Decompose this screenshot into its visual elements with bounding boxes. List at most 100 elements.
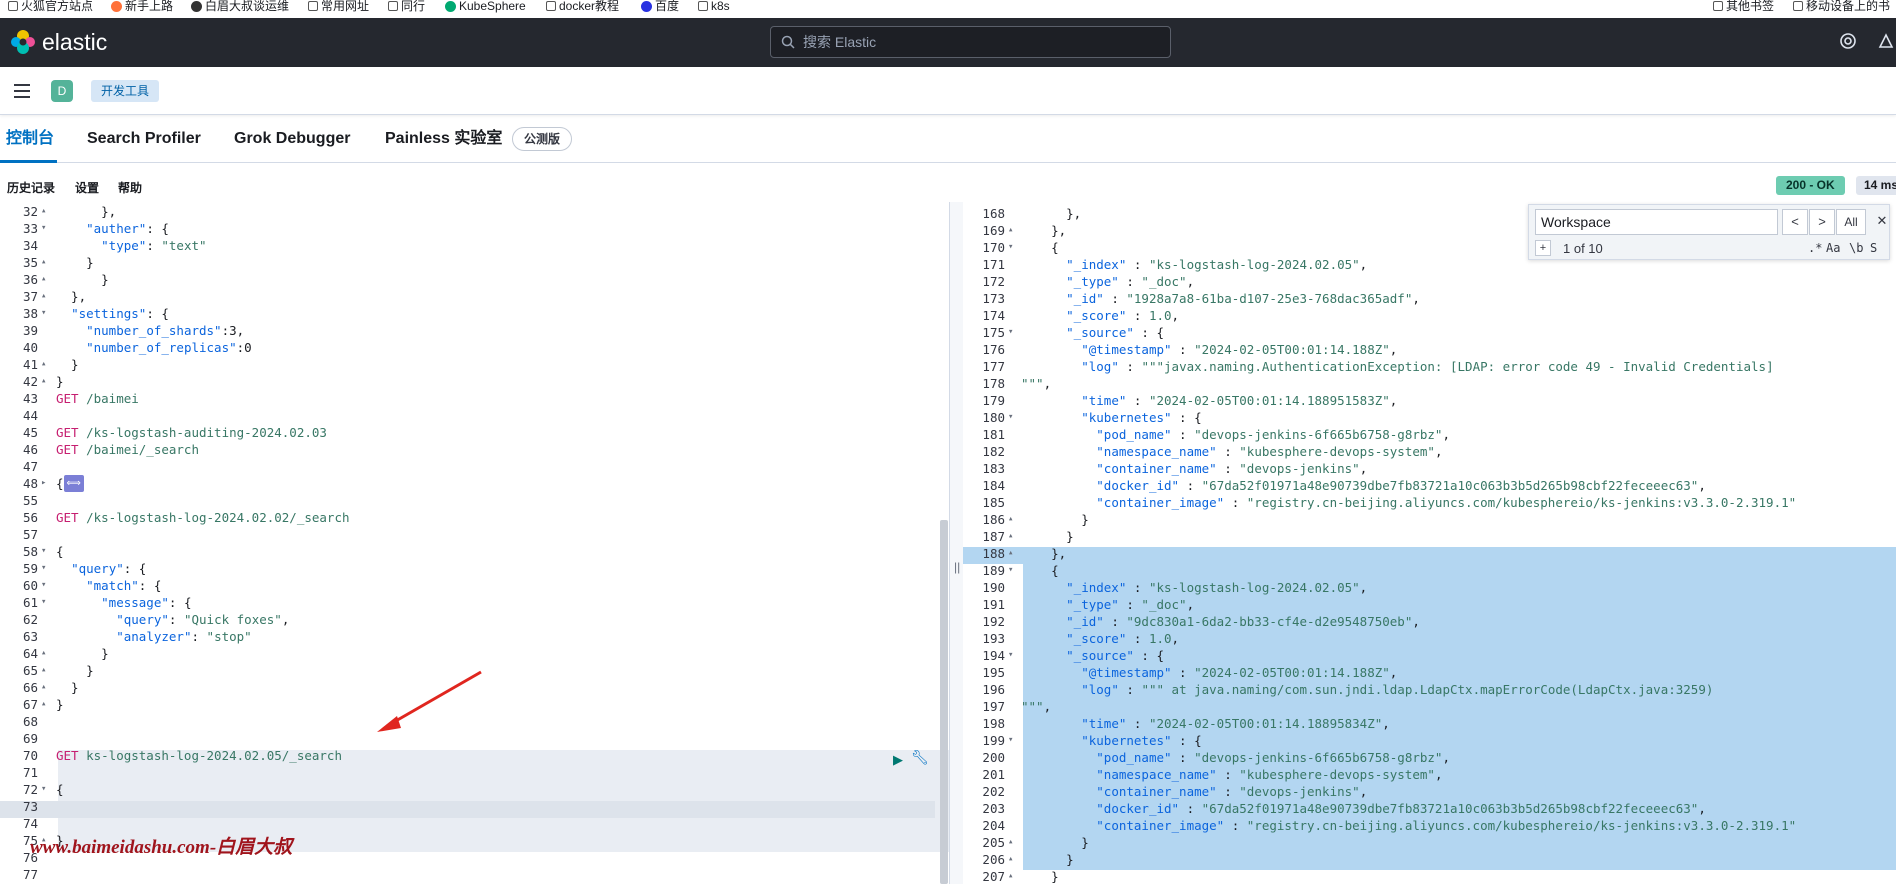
code-token: /baimei <box>78 391 139 406</box>
fold-icon[interactable]: ▴ <box>1008 851 1013 868</box>
fold-icon[interactable]: ▴ <box>41 679 46 696</box>
code-token: { <box>1021 563 1059 578</box>
fold-icon[interactable]: ▴ <box>41 373 46 390</box>
close-icon[interactable]: ✕ <box>1869 209 1895 235</box>
fold-icon[interactable]: ▴ <box>41 288 46 305</box>
code-text: "_score" : 1.0, <box>1021 307 1179 324</box>
history-link[interactable]: 历史记录 <box>7 179 55 196</box>
tab-0[interactable]: 控制台 <box>6 128 54 150</box>
request-editor[interactable]: 32 ▴ }, 33 ▾ "auther": {34 "type": "text" 35… <box>0 202 950 884</box>
bookmark-item[interactable]: 移动设备上的书 <box>1793 0 1890 12</box>
space-avatar[interactable]: D <box>51 80 73 102</box>
fold-icon[interactable]: ▴ <box>41 271 46 288</box>
regex-option[interactable]: .* <box>1808 241 1822 255</box>
fold-icon[interactable]: ▾ <box>41 305 46 322</box>
line-number: 194 <box>982 648 1005 663</box>
bookmark-item[interactable]: 白眉大叔谈运维 <box>191 0 289 12</box>
fold-icon[interactable]: ▴ <box>1008 868 1013 884</box>
code-text: "auther": { <box>56 220 169 237</box>
fold-icon[interactable]: ▴ <box>1008 511 1013 528</box>
fold-icon[interactable]: ▾ <box>1008 239 1013 256</box>
bookmark-item[interactable]: 百度 <box>641 0 679 12</box>
tab-2[interactable]: Grok Debugger <box>234 128 350 150</box>
find-next-icon[interactable]: > <box>1809 209 1835 235</box>
devtools-tabs: 公测版 控制台 Search Profiler Grok Debugger Painl… <box>0 115 1896 163</box>
bookmark-item[interactable]: 火狐官方站点 <box>8 0 93 12</box>
fold-icon[interactable]: ▸ <box>41 475 46 492</box>
fold-icon[interactable]: ▾ <box>41 543 46 560</box>
find-input[interactable] <box>1535 209 1778 235</box>
help-link[interactable]: 帮助 <box>118 179 142 196</box>
code-token: "container_name" <box>1096 784 1217 799</box>
folded-block-icon[interactable]: ⟺ <box>63 475 84 492</box>
code-text: "message": { <box>56 594 191 611</box>
fold-icon[interactable]: ▴ <box>1008 834 1013 851</box>
bookmark-item[interactable]: 常用网址 <box>308 0 369 12</box>
fold-icon[interactable]: ▴ <box>41 696 46 713</box>
elastic-logo[interactable]: elastic <box>10 29 107 55</box>
bookmark-item[interactable]: k8s <box>698 0 730 12</box>
code-line: 40 "number_of_replicas":0 <box>0 339 949 356</box>
fold-icon[interactable]: ▴ <box>41 356 46 373</box>
line-number: 190 <box>982 580 1005 595</box>
settings-link[interactable]: 设置 <box>75 179 99 196</box>
fold-icon[interactable]: ▾ <box>1008 732 1013 749</box>
code-token: "_index" <box>1066 580 1127 595</box>
line-number: 177 <box>982 359 1005 374</box>
line-number: 71 <box>22 765 38 780</box>
selection-option[interactable]: S <box>1870 241 1877 255</box>
bookmark-item[interactable]: 其他书签 <box>1713 0 1774 12</box>
word-option[interactable]: \b <box>1849 241 1863 255</box>
menu-icon[interactable] <box>14 84 30 98</box>
fold-icon[interactable]: ▾ <box>1008 647 1013 664</box>
response-editor[interactable]: 168 }, 169 ▴ }, 170 ▾ {171 "_index" : "ks-lo… <box>963 202 1896 884</box>
code-text: { <box>56 781 64 798</box>
case-option[interactable]: Aa <box>1826 241 1840 255</box>
find-prev-icon[interactable]: < <box>1782 209 1808 235</box>
line-number: 33 <box>22 221 38 236</box>
fold-icon[interactable]: ▴ <box>41 662 46 679</box>
fold-icon[interactable]: ▴ <box>41 254 46 271</box>
bookmark-item[interactable]: 新手上路 <box>111 0 173 12</box>
fold-icon[interactable]: ▾ <box>1008 324 1013 341</box>
bookmark-item[interactable]: docker教程 <box>546 0 619 12</box>
fold-icon[interactable]: ▴ <box>1008 222 1013 239</box>
bookmark-item[interactable]: 同行 <box>388 0 425 12</box>
fold-icon[interactable]: ▾ <box>41 577 46 594</box>
code-token: : <box>1126 257 1149 272</box>
toggle-replace-icon[interactable]: + <box>1535 240 1551 256</box>
code-token: : <box>1171 665 1195 680</box>
run-request-icon[interactable]: ▶ <box>893 752 903 768</box>
fold-icon[interactable]: ▾ <box>41 220 46 237</box>
panel-resizer[interactable]: || <box>950 202 963 884</box>
status-badge: 200 - OK <box>1776 176 1845 195</box>
fold-icon[interactable]: ▾ <box>41 781 46 798</box>
code-text: "pod_name" : "devops-jenkins-6f665b6758-… <box>1021 426 1450 443</box>
fold-icon[interactable]: ▴ <box>1008 528 1013 545</box>
line-number: 62 <box>22 612 38 627</box>
search-input[interactable] <box>803 34 1143 50</box>
fold-icon[interactable]: ▾ <box>1008 562 1013 579</box>
code-token: , <box>281 612 290 627</box>
global-search[interactable] <box>770 26 1171 58</box>
fold-icon[interactable]: ▾ <box>1008 409 1013 426</box>
code-token: "_score" <box>1066 631 1127 646</box>
fold-icon[interactable]: ▴ <box>41 645 46 662</box>
bookmark-item[interactable]: KubeSphere <box>445 0 526 12</box>
fold-icon[interactable]: ▾ <box>41 594 46 611</box>
fold-icon[interactable]: ▾ <box>41 560 46 577</box>
tab-3[interactable]: Painless 实验室 <box>385 128 502 150</box>
tab-1[interactable]: Search Profiler <box>87 128 201 150</box>
help-icon[interactable] <box>1838 32 1858 52</box>
news-feed-icon[interactable] <box>1876 32 1896 52</box>
fold-icon[interactable]: ▴ <box>41 203 46 220</box>
code-text: "_id" : "9dc830a1-6da2-bb33-cf4e-d2e9548… <box>1021 613 1420 630</box>
code-token: "container_image" <box>1096 495 1225 510</box>
wrench-icon[interactable]: 🔧︎ <box>911 749 929 766</box>
find-all-button[interactable]: All <box>1836 209 1866 235</box>
breadcrumb[interactable]: 开发工具 <box>91 80 160 102</box>
fold-icon[interactable]: ▴ <box>1008 545 1013 562</box>
code-line: 41 ▴ } <box>0 356 949 373</box>
